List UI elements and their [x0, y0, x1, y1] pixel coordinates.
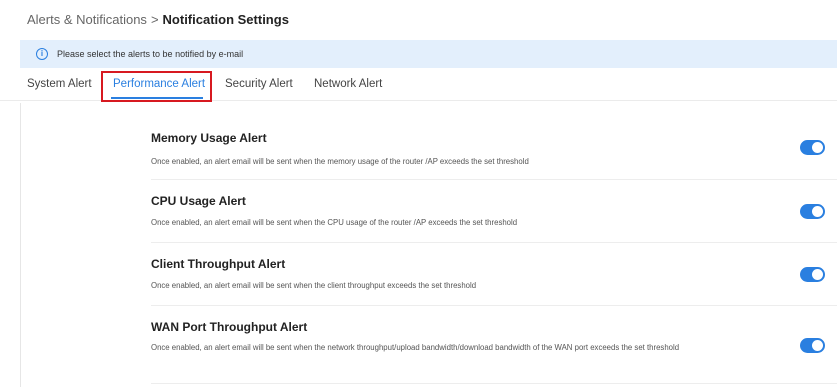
client-throughput-alert-toggle[interactable] — [800, 267, 825, 282]
info-banner-text: Please select the alerts to be notified … — [57, 49, 244, 59]
page-title: Notification Settings — [162, 12, 289, 27]
content-left-border — [20, 103, 21, 387]
wan-port-throughput-alert-toggle[interactable] — [800, 338, 825, 353]
alert-client-throughput: Client Throughput Alert Once enabled, an… — [151, 257, 811, 293]
tab-security-alert[interactable]: Security Alert — [225, 78, 293, 90]
divider — [151, 242, 837, 243]
breadcrumb: Alerts & Notifications > Notification Sett… — [27, 12, 289, 27]
info-banner: i Please select the alerts to be notifie… — [20, 40, 837, 68]
toggle-knob — [812, 269, 823, 280]
alert-memory-usage: Memory Usage Alert Once enabled, an aler… — [151, 131, 811, 169]
toggle-knob — [812, 206, 823, 217]
toggle-knob — [812, 142, 823, 153]
info-icon: i — [36, 48, 48, 60]
alert-title: WAN Port Throughput Alert — [151, 320, 308, 334]
divider — [151, 179, 837, 180]
alert-wan-port-throughput: WAN Port Throughput Alert Once enabled, … — [151, 320, 761, 355]
toggle-knob — [812, 340, 823, 351]
alert-description: Once enabled, an alert email will be sen… — [151, 157, 529, 166]
alert-title: Client Throughput Alert — [151, 257, 286, 271]
highlight-box — [101, 71, 212, 102]
breadcrumb-separator: > — [150, 12, 159, 27]
memory-usage-alert-toggle[interactable] — [800, 140, 825, 155]
tab-system-alert[interactable]: System Alert — [27, 78, 92, 90]
divider — [151, 383, 837, 384]
alert-title: Memory Usage Alert — [151, 131, 267, 145]
alert-title: CPU Usage Alert — [151, 194, 246, 208]
alert-description: Once enabled, an alert email will be sen… — [151, 218, 518, 227]
tab-network-alert[interactable]: Network Alert — [314, 78, 382, 90]
alert-description: Once enabled, an alert email will be sen… — [151, 281, 477, 290]
alert-cpu-usage: CPU Usage Alert Once enabled, an alert e… — [151, 194, 811, 230]
alert-description: Once enabled, an alert email will be sen… — [151, 343, 680, 352]
breadcrumb-parent[interactable]: Alerts & Notifications — [27, 12, 147, 27]
cpu-usage-alert-toggle[interactable] — [800, 204, 825, 219]
divider — [151, 305, 837, 306]
